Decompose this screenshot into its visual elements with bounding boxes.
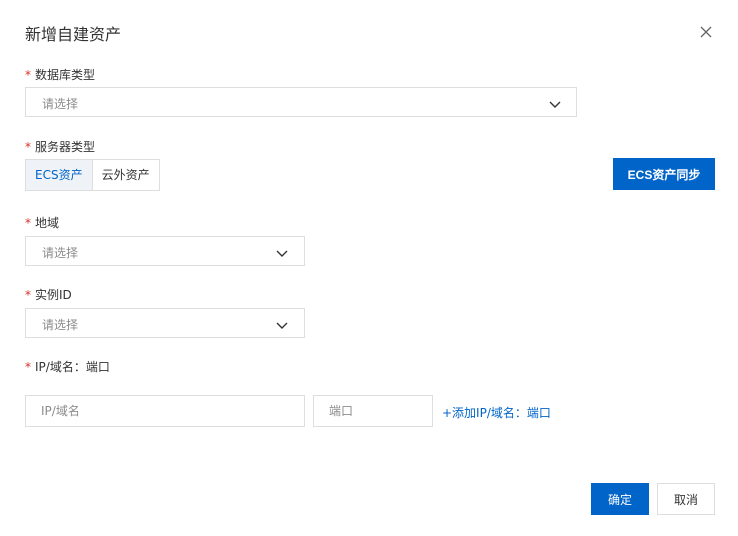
required-mark: * (25, 68, 31, 82)
instance-id-label-text: 实例ID (35, 288, 72, 302)
db-type-label: * 数据库类型 (25, 66, 95, 83)
region-label: * 地域 (25, 214, 59, 231)
required-mark: * (25, 140, 31, 154)
region-placeholder: 请选择 (42, 246, 79, 260)
chevron-down-icon (275, 317, 289, 329)
add-asset-dialog: 新增自建资产 * 数据库类型 请选择 * 服务器类型 ECS资产 云外资产 ECS资… (0, 0, 738, 536)
instance-id-placeholder: 请选择 (42, 318, 79, 332)
close-icon[interactable] (696, 22, 716, 42)
ip-domain-input[interactable] (25, 395, 305, 427)
chevron-down-icon (548, 96, 562, 108)
db-type-select[interactable]: 请选择 (25, 87, 577, 117)
server-type-label: * 服务器类型 (25, 138, 95, 155)
server-type-toggle: ECS资产 云外资产 (25, 159, 160, 191)
required-mark: * (25, 216, 31, 230)
cancel-button[interactable]: 取消 (657, 483, 715, 515)
server-type-option-external[interactable]: 云外资产 (92, 159, 160, 191)
server-type-label-text: 服务器类型 (35, 140, 96, 154)
ecs-sync-button[interactable]: ECS资产同步 (613, 158, 715, 190)
required-mark: * (25, 288, 31, 302)
region-select[interactable]: 请选择 (25, 236, 305, 266)
port-input[interactable] (313, 395, 433, 427)
db-type-label-text: 数据库类型 (35, 68, 96, 82)
instance-id-select[interactable]: 请选择 (25, 308, 305, 338)
server-type-option-ecs[interactable]: ECS资产 (25, 159, 93, 191)
add-endpoint-link[interactable]: +添加IP/域名：端口 (442, 404, 551, 421)
endpoint-label: * IP/域名：端口 (25, 358, 110, 375)
endpoint-label-text: IP/域名：端口 (35, 360, 110, 374)
chevron-down-icon (275, 245, 289, 257)
dialog-title: 新增自建资产 (25, 25, 122, 44)
confirm-button[interactable]: 确定 (591, 483, 649, 515)
region-label-text: 地域 (35, 216, 60, 230)
required-mark: * (25, 360, 31, 374)
db-type-placeholder: 请选择 (42, 97, 79, 111)
instance-id-label: * 实例ID (25, 286, 72, 303)
